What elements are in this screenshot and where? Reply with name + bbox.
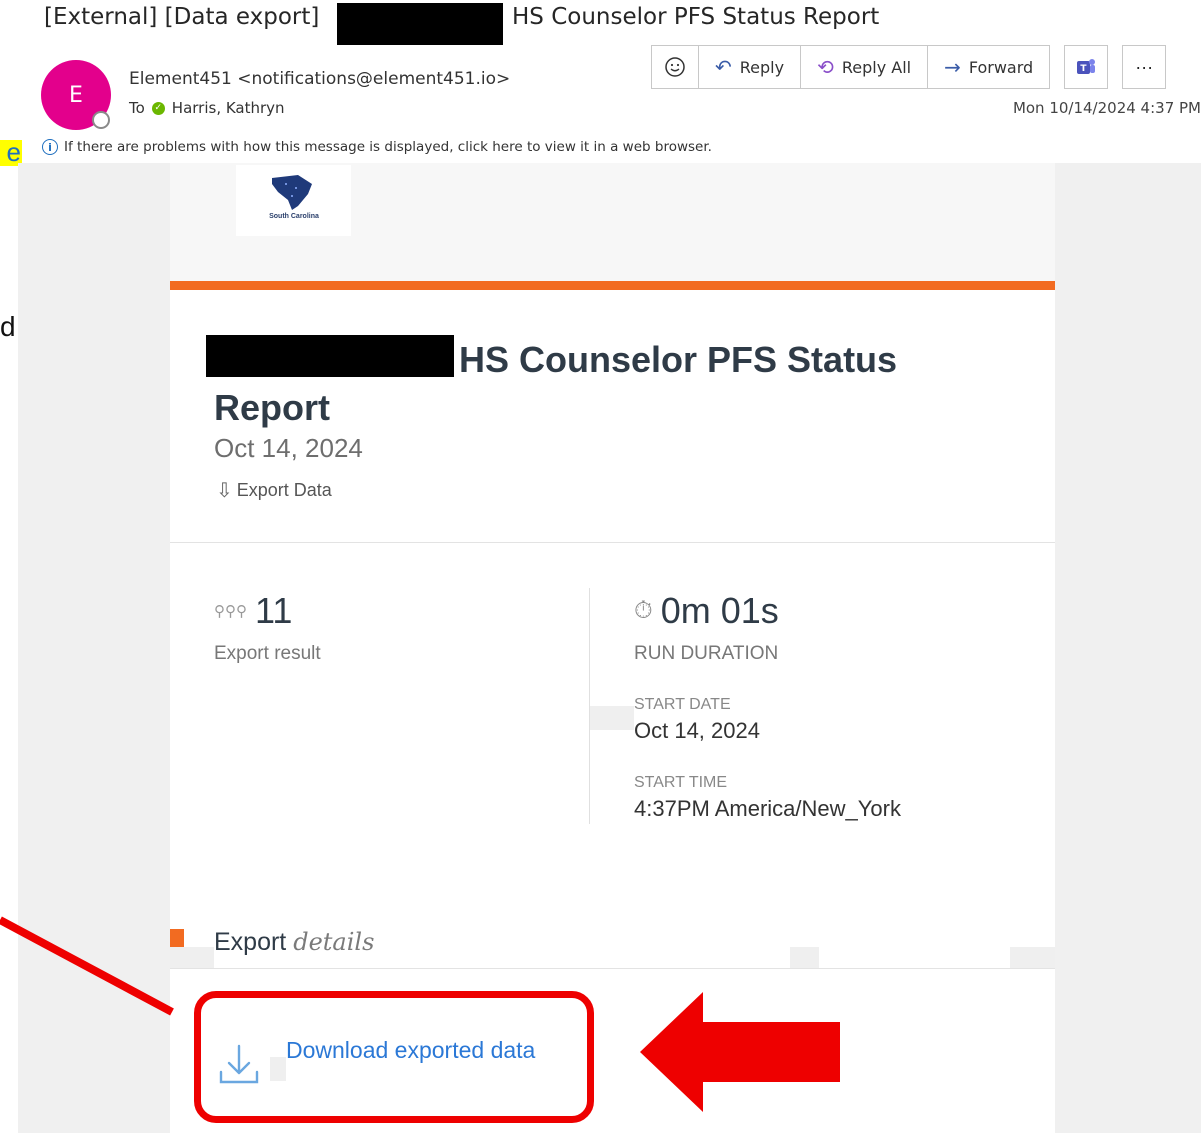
details-heading-text: Export [214, 928, 287, 956]
redaction-block [206, 335, 454, 377]
reply-all-label: Reply All [841, 57, 912, 77]
south-carolina-map-icon [272, 175, 312, 210]
more-actions-button[interactable]: ··· [1122, 45, 1167, 89]
export-details-heading: Export details [214, 928, 374, 957]
export-count-value: 11 [254, 590, 293, 631]
start-time-value: 4:37PM America/New_York [634, 796, 901, 821]
smiley-icon [665, 57, 685, 77]
forward-icon: → [944, 55, 961, 79]
run-duration-label: RUN DURATION [634, 643, 779, 664]
spacer-block [1010, 947, 1055, 968]
start-time-label: START TIME [634, 774, 728, 791]
emoji-reaction-button[interactable] [652, 46, 699, 88]
sender-name[interactable]: Element451 <notifications@element451.io> [129, 69, 510, 89]
export-count: ⚲⚲⚲ 11 [214, 590, 292, 632]
export-data-label: Export Data [236, 480, 332, 500]
presence-status-icon [92, 111, 110, 129]
details-heading-emphasis: details [293, 928, 375, 956]
recipient-name[interactable]: Harris, Kathryn [172, 99, 285, 117]
stopwatch-icon: ⏱ [634, 597, 653, 624]
info-bar-text: If there are problems with how this mess… [64, 139, 712, 155]
teams-button[interactable]: T [1064, 45, 1109, 89]
logo-text: South Carolina [269, 213, 319, 220]
reply-label: Reply [739, 57, 785, 77]
subject-prefix: [External] [Data export] [44, 4, 320, 30]
export-count-label: Export result [214, 643, 321, 664]
section-marker [170, 929, 184, 947]
subject-suffix: HS Counselor PFS Status Report [512, 4, 880, 30]
more-icon: ··· [1135, 56, 1154, 77]
run-duration: ⏱ 0m 01s [634, 590, 779, 632]
reply-all-icon: ⟲ [817, 55, 834, 79]
svg-text:T: T [1081, 64, 1088, 74]
avatar-initial: E [69, 82, 83, 108]
info-icon: i [42, 139, 58, 155]
info-bar[interactable]: i If there are problems with how this me… [42, 139, 712, 155]
people-icon: ⚲⚲⚲ [214, 603, 247, 620]
highlight-box-annotation [194, 991, 594, 1123]
divider [170, 968, 1055, 969]
to-label: To [129, 99, 145, 117]
start-date-label: START DATE [634, 696, 731, 713]
spacer-block [590, 706, 634, 730]
run-duration-value: 0m 01s [660, 590, 779, 631]
received-date: Mon 10/14/2024 4:37 PM [1012, 99, 1201, 117]
spacer-block [170, 947, 214, 968]
forward-button[interactable]: → Forward [928, 46, 1049, 88]
start-date-value: Oct 14, 2024 [634, 718, 760, 743]
reply-all-button[interactable]: ⟲ Reply All [801, 46, 929, 88]
spacer-block [790, 947, 819, 968]
accent-bar [170, 281, 1055, 290]
report-date: Oct 14, 2024 [214, 433, 363, 463]
message-toolbar: ↶ Reply ⟲ Reply All → Forward T ··· [651, 45, 1167, 89]
divider [170, 542, 1055, 543]
export-data-link[interactable]: ⇩ Export Data [216, 480, 332, 501]
redaction-block [337, 3, 503, 45]
available-presence-icon: ✓ [151, 101, 165, 115]
reply-icon: ↶ [715, 55, 732, 79]
teams-icon: T [1077, 59, 1096, 74]
forward-label: Forward [968, 57, 1034, 77]
recipient-row: To ✓ Harris, Kathryn [129, 99, 285, 117]
cropped-text: d [0, 311, 16, 342]
reply-button[interactable]: ↶ Reply [699, 46, 802, 88]
download-arrow-icon: ⇩ [216, 480, 233, 502]
